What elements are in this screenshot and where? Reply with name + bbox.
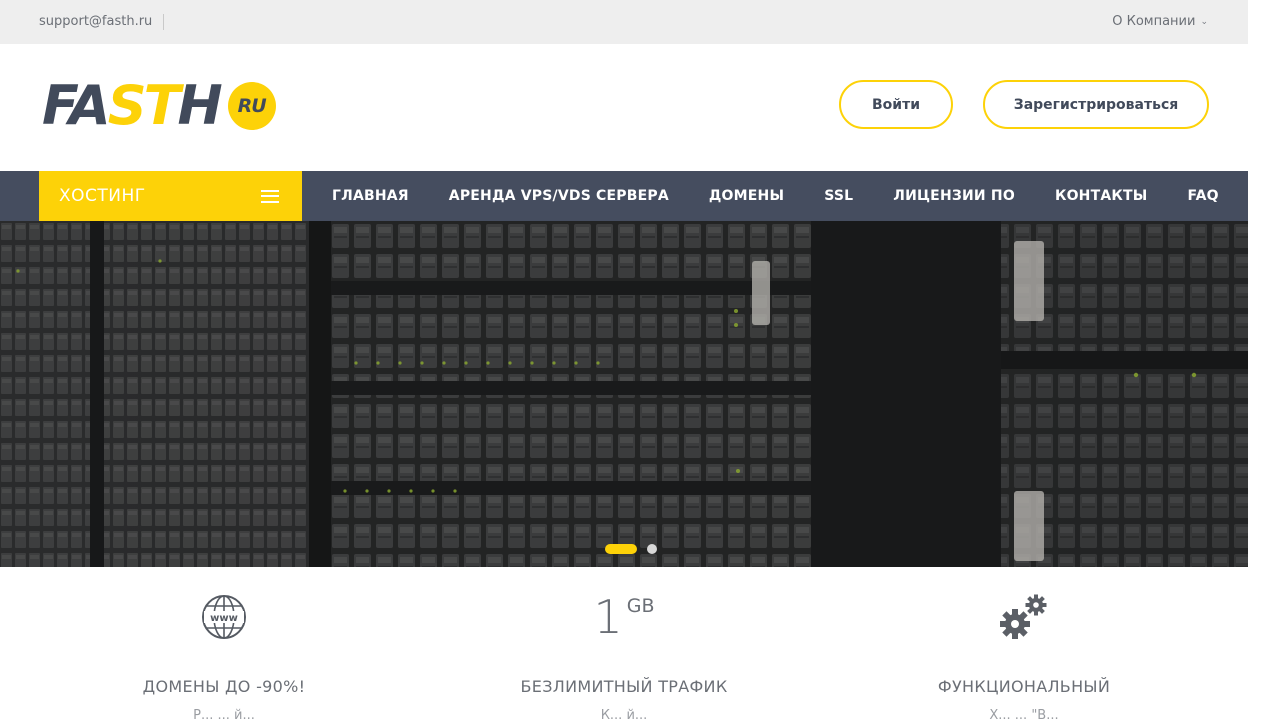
feature-traffic: 1 GB БЕЗЛИМИТНЫЙ ТРАФИК К... й...	[424, 567, 824, 720]
nav-items: ГЛАВНАЯ АРЕНДА VPS/VDS СЕРВЕРА ДОМЕНЫ SS…	[312, 171, 1239, 221]
slider-dot[interactable]	[647, 544, 657, 554]
feature-subtitle: Х... ... "В...	[989, 708, 1059, 720]
header: FASTH RU Войти Зарегистрироваться	[0, 44, 1248, 171]
nav-item-vps[interactable]: АРЕНДА VPS/VDS СЕРВЕРА	[429, 188, 689, 204]
feature-title: ФУНКЦИОНАЛЬНЫЙ	[937, 677, 1111, 696]
gears-icon	[824, 567, 1224, 667]
feature-domains: www ДОМЕНЫ ДО -90%! Р... ... й...	[24, 567, 424, 720]
main-nav: ХОСТИНГ ГЛАВНАЯ АРЕНДА VPS/VDS СЕРВЕРА Д…	[0, 171, 1248, 221]
feature-subtitle: К... й...	[600, 708, 648, 720]
feature-title: БЕЗЛИМИТНЫЙ ТРАФИК	[520, 677, 728, 696]
login-button[interactable]: Войти	[839, 80, 953, 129]
logo-wordmark: FASTH	[42, 74, 223, 137]
hosting-menu-label: ХОСТИНГ	[59, 186, 146, 206]
gb-value: 1	[593, 590, 623, 644]
hamburger-menu-icon	[261, 189, 279, 203]
company-menu-label: О Компании	[1112, 14, 1196, 29]
feature-subtitle: Р... ... й...	[193, 708, 255, 720]
feature-title: ДОМЕНЫ ДО -90%!	[142, 677, 306, 696]
nav-item-ssl[interactable]: SSL	[804, 188, 873, 204]
site-logo[interactable]: FASTH RU	[42, 78, 276, 134]
nav-item-home[interactable]: ГЛАВНАЯ	[312, 188, 429, 204]
nav-item-contacts[interactable]: КОНТАКТЫ	[1035, 188, 1168, 204]
features-section: www ДОМЕНЫ ДО -90%! Р... ... й... 1 GB Б…	[0, 567, 1248, 720]
feature-functional: ФУНКЦИОНАЛЬНЫЙ Х... ... "В...	[824, 567, 1224, 720]
www-globe-icon: www	[24, 567, 424, 667]
nav-item-faq[interactable]: FAQ	[1167, 188, 1238, 204]
divider	[163, 14, 164, 30]
svg-text:www: www	[210, 613, 238, 624]
company-menu[interactable]: О Компании ⌄	[1112, 14, 1208, 29]
hosting-menu-button[interactable]: ХОСТИНГ	[39, 171, 302, 221]
register-button[interactable]: Зарегистрироваться	[983, 80, 1209, 129]
server-racks-photo	[0, 221, 1248, 567]
chevron-down-icon: ⌄	[1200, 16, 1208, 27]
page: support@fasth.ru О Компании ⌄ FASTH RU В…	[0, 0, 1248, 720]
nav-item-domains[interactable]: ДОМЕНЫ	[689, 188, 804, 204]
support-email-link[interactable]: support@fasth.ru	[39, 14, 152, 29]
gb-counter: 1 GB	[424, 567, 824, 667]
hero-slider	[0, 221, 1248, 567]
slider-dot-active[interactable]	[605, 544, 637, 554]
top-bar: support@fasth.ru О Компании ⌄	[0, 0, 1248, 44]
slider-dots	[0, 544, 1248, 554]
logo-badge: RU	[227, 82, 276, 130]
gb-unit: GB	[626, 595, 655, 617]
nav-item-licenses[interactable]: ЛИЦЕНЗИИ ПО	[873, 188, 1035, 204]
